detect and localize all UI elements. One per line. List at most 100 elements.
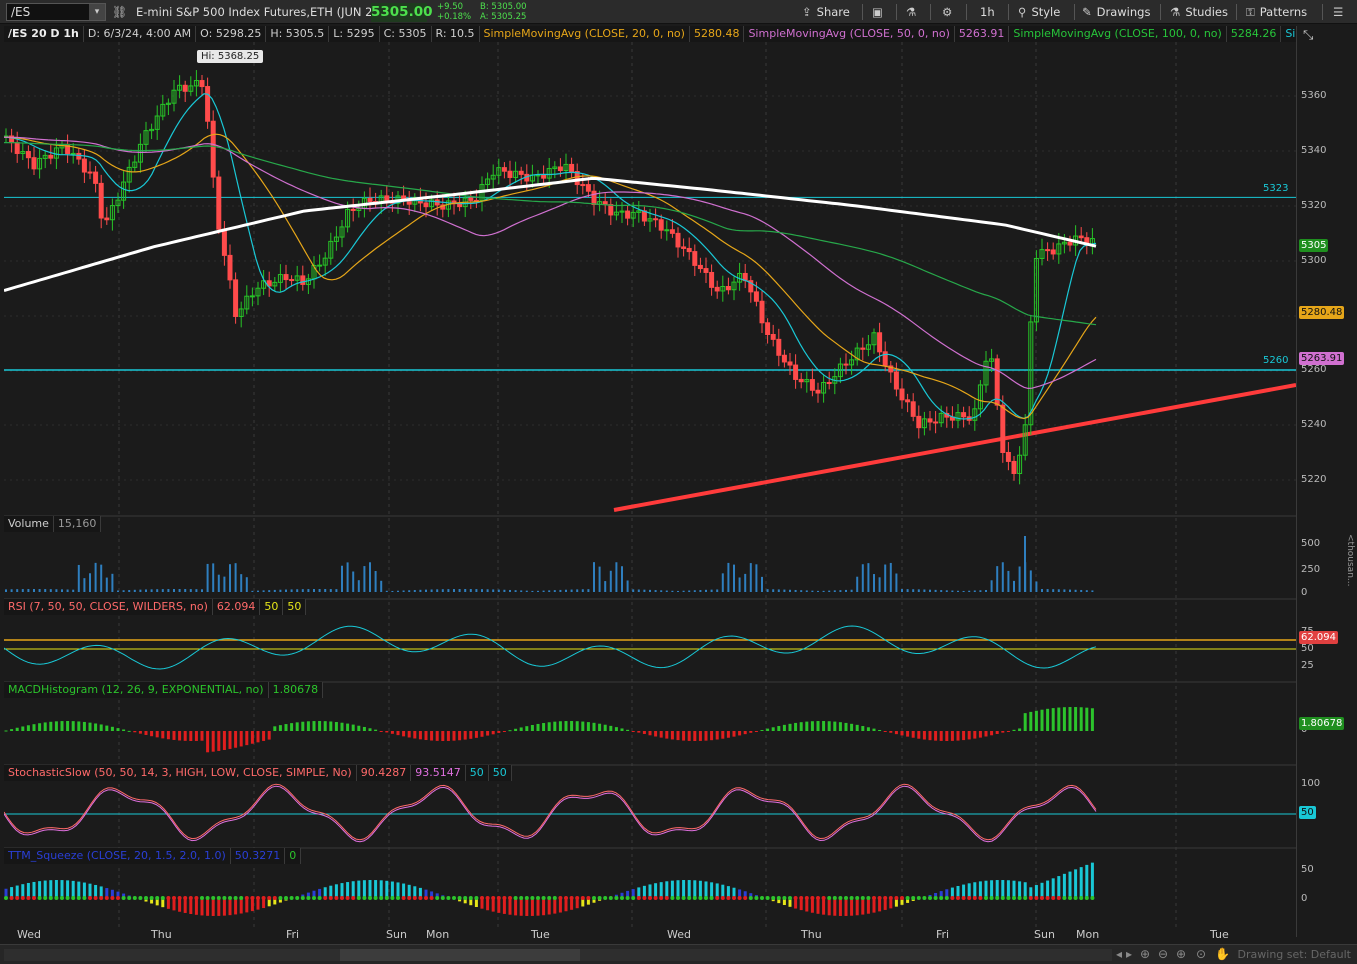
sma-more-label[interactable]: SimpleMovingAvg ... bbox=[1281, 26, 1296, 42]
scroll-left-icon[interactable]: ◂ bbox=[1116, 947, 1122, 961]
volume-bar bbox=[217, 574, 220, 592]
macd-bar bbox=[1040, 709, 1044, 731]
time-axis[interactable]: Wed Thu Fri Sun Mon Tue Wed Thu Fri Sun … bbox=[4, 928, 1296, 942]
symbol-input[interactable]: /ES ▾ bbox=[6, 3, 106, 21]
ttm-dot bbox=[844, 896, 848, 900]
volume-label[interactable]: Volume bbox=[4, 516, 54, 532]
bottom-bar: ◂ ▸ ⊕ ⊖ ⊕ ⊙ ✋ Drawing set: Default bbox=[0, 944, 1357, 964]
scroll-right-icon[interactable]: ▸ bbox=[1126, 947, 1132, 961]
link-icon[interactable]: ⛓ bbox=[112, 3, 127, 21]
candle-body bbox=[367, 197, 373, 203]
volume-bar bbox=[492, 589, 495, 592]
ttm-dot bbox=[452, 896, 456, 900]
ttm-dot bbox=[620, 896, 624, 900]
volume-bar bbox=[587, 589, 590, 592]
macd-bar bbox=[536, 723, 540, 731]
volume-bar bbox=[682, 590, 685, 592]
ttm-dot bbox=[351, 896, 356, 900]
ttm-bar bbox=[687, 880, 691, 898]
macd-bar bbox=[1062, 707, 1066, 731]
candle-body bbox=[759, 300, 765, 324]
macd-bar bbox=[390, 731, 394, 734]
volume-bar bbox=[637, 589, 640, 592]
volume-bar bbox=[139, 589, 142, 592]
ttm-dot bbox=[345, 896, 350, 900]
candle-body bbox=[518, 170, 524, 175]
timeframe-button[interactable]: 1h bbox=[980, 0, 995, 24]
sma100-label[interactable]: SimpleMovingAvg (CLOSE, 100, 0, no) bbox=[1009, 26, 1227, 42]
ttm-bar bbox=[1051, 878, 1055, 898]
share-button[interactable]: ⇪ Share bbox=[802, 0, 850, 24]
macd-bar bbox=[26, 725, 30, 731]
volume-bar bbox=[990, 580, 993, 592]
macd-bar bbox=[166, 731, 170, 740]
menu-button[interactable]: ☰ bbox=[1333, 0, 1348, 24]
volume-bar bbox=[660, 590, 663, 592]
ttm-dot bbox=[121, 896, 126, 900]
ttm-dot bbox=[284, 896, 288, 900]
volume-bar bbox=[257, 590, 259, 592]
ttm-label[interactable]: TTM_Squeeze (CLOSE, 20, 1.5, 2.0, 1.0) bbox=[4, 848, 231, 864]
studies-button[interactable]: ⚗ Studies bbox=[1170, 0, 1228, 24]
chart-canvas[interactable] bbox=[4, 26, 1296, 928]
macd-label[interactable]: MACDHistogram (12, 26, 9, EXPONENTIAL, n… bbox=[4, 682, 269, 698]
symbol-period[interactable]: /ES 20 D 1h bbox=[4, 26, 84, 42]
ttm-bar bbox=[38, 881, 42, 898]
ttm-dot bbox=[474, 896, 479, 900]
volume-bar bbox=[285, 589, 287, 592]
flask-button[interactable]: ⚗ bbox=[906, 0, 921, 24]
sma50-label[interactable]: SimpleMovingAvg (CLOSE, 50, 0, no) bbox=[744, 26, 955, 42]
volume-bar bbox=[133, 589, 136, 592]
sma20-label[interactable]: SimpleMovingAvg (CLOSE, 20, 0, no) bbox=[480, 26, 690, 42]
ttm-bar bbox=[973, 882, 977, 898]
macd-bar bbox=[626, 729, 630, 731]
volume-bar bbox=[912, 589, 915, 592]
drawing-set[interactable]: Drawing set: Default bbox=[1238, 948, 1351, 961]
candle-body bbox=[798, 378, 804, 383]
reset-zoom-icon[interactable]: ⊙ bbox=[1196, 947, 1206, 961]
price-axis[interactable]: ⤡ 5360 5340 5320 5300 5260 5240 5220 530… bbox=[1296, 26, 1357, 937]
symbol-dropdown-icon[interactable]: ▾ bbox=[89, 4, 105, 20]
ttm-dot bbox=[816, 896, 820, 900]
scrollbar-thumb[interactable] bbox=[340, 949, 580, 961]
expand-icon[interactable]: ⤡ bbox=[1303, 28, 1313, 43]
patterns-button[interactable]: ⚿ Patterns bbox=[1246, 0, 1307, 24]
ttm-dot bbox=[513, 896, 518, 900]
volume-bar bbox=[789, 589, 791, 592]
stoch-label[interactable]: StochasticSlow (50, 50, 14, 3, HIGH, LOW… bbox=[4, 765, 357, 781]
toolbar-divider bbox=[930, 4, 931, 20]
candle-body bbox=[776, 338, 782, 356]
ttm-bar bbox=[822, 898, 826, 915]
ttm-dot bbox=[995, 896, 1000, 900]
settings-button[interactable]: ⚙ bbox=[942, 0, 957, 24]
drawings-button[interactable]: ✎ Drawings bbox=[1082, 0, 1150, 24]
ttm-dot bbox=[1000, 896, 1005, 900]
snapshot-button[interactable]: ▣ bbox=[872, 0, 888, 24]
pan-icon[interactable]: ✋ bbox=[1215, 947, 1230, 961]
macd-bar bbox=[273, 726, 277, 731]
horizontal-scrollbar[interactable] bbox=[4, 949, 1112, 961]
ttm-tick: 0 bbox=[1301, 893, 1308, 904]
candle-body bbox=[765, 322, 771, 336]
rsi-label[interactable]: RSI (7, 50, 50, CLOSE, WILDERS, no) bbox=[4, 599, 213, 615]
macd-bar bbox=[318, 721, 322, 731]
macd-bar bbox=[603, 724, 607, 731]
macd-bar bbox=[32, 724, 36, 731]
ttm-bar bbox=[228, 898, 232, 916]
ttm-dot bbox=[1073, 896, 1078, 900]
ttm-bar bbox=[827, 898, 831, 916]
ttm-dot bbox=[468, 896, 473, 900]
volume-bar bbox=[615, 562, 618, 592]
macd-bar bbox=[150, 731, 154, 737]
volume-bar bbox=[122, 590, 125, 592]
zoom-in-icon[interactable]: ⊕ bbox=[1176, 947, 1186, 961]
ttm-dot bbox=[334, 896, 339, 900]
candle-body bbox=[227, 254, 233, 281]
zoom-out-icon[interactable]: ⊖ bbox=[1158, 947, 1168, 961]
macd-bar bbox=[474, 731, 478, 738]
crosshair-icon[interactable]: ⊕ bbox=[1140, 947, 1150, 961]
macd-bar bbox=[861, 726, 865, 731]
volume-bar bbox=[313, 589, 315, 592]
style-button[interactable]: ⚲ Style bbox=[1018, 0, 1060, 24]
macd-bar bbox=[77, 721, 81, 731]
